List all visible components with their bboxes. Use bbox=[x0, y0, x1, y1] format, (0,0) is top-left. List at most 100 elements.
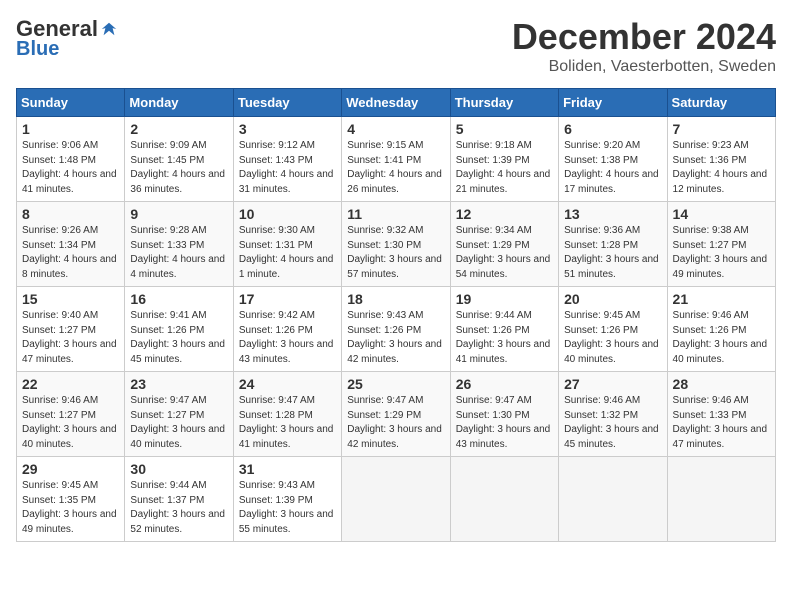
calendar-cell: 20 Sunrise: 9:45 AMSunset: 1:26 PMDayligh… bbox=[559, 287, 667, 372]
day-info: Sunrise: 9:38 AMSunset: 1:27 PMDaylight:… bbox=[673, 224, 770, 282]
day-number: 28 bbox=[673, 376, 770, 392]
day-number: 20 bbox=[564, 291, 661, 307]
day-info: Sunrise: 9:44 AMSunset: 1:37 PMDaylight:… bbox=[130, 479, 227, 537]
calendar-cell: 2 Sunrise: 9:09 AMSunset: 1:45 PMDaylight… bbox=[125, 117, 233, 202]
calendar-cell: 8 Sunrise: 9:26 AMSunset: 1:34 PMDaylight… bbox=[17, 202, 125, 287]
calendar-cell: 19 Sunrise: 9:44 AMSunset: 1:26 PMDayligh… bbox=[450, 287, 558, 372]
day-info: Sunrise: 9:47 AMSunset: 1:28 PMDaylight:… bbox=[239, 394, 336, 452]
calendar-header-row: SundayMondayTuesdayWednesdayThursdayFrid… bbox=[17, 89, 776, 117]
day-info: Sunrise: 9:46 AMSunset: 1:27 PMDaylight:… bbox=[22, 394, 119, 452]
calendar-week-row: 15Sunrise: 9:40 AMSunset: 1:27 PMDayligh… bbox=[17, 287, 776, 372]
day-number: 31 bbox=[239, 461, 336, 477]
calendar-cell: 15Sunrise: 9:40 AMSunset: 1:27 PMDayligh… bbox=[17, 287, 125, 372]
day-number: 4 bbox=[347, 121, 444, 137]
calendar-cell: 9 Sunrise: 9:28 AMSunset: 1:33 PMDaylight… bbox=[125, 202, 233, 287]
day-header-saturday: Saturday bbox=[667, 89, 775, 117]
calendar-cell bbox=[450, 457, 558, 542]
day-info: Sunrise: 9:40 AMSunset: 1:27 PMDaylight:… bbox=[22, 309, 119, 367]
day-info: Sunrise: 9:41 AMSunset: 1:26 PMDaylight:… bbox=[130, 309, 227, 367]
day-number: 13 bbox=[564, 206, 661, 222]
calendar-cell bbox=[667, 457, 775, 542]
day-number: 18 bbox=[347, 291, 444, 307]
location-title: Boliden, Vaesterbotten, Sweden bbox=[512, 58, 776, 76]
calendar-cell: 21Sunrise: 9:46 AMSunset: 1:26 PMDayligh… bbox=[667, 287, 775, 372]
calendar-cell: 16 Sunrise: 9:41 AMSunset: 1:26 PMDayligh… bbox=[125, 287, 233, 372]
day-number: 23 bbox=[130, 376, 227, 392]
calendar-cell: 24 Sunrise: 9:47 AMSunset: 1:28 PMDayligh… bbox=[233, 372, 341, 457]
day-number: 16 bbox=[130, 291, 227, 307]
day-info: Sunrise: 9:47 AMSunset: 1:29 PMDaylight:… bbox=[347, 394, 444, 452]
calendar-cell: 12Sunrise: 9:34 AMSunset: 1:29 PMDayligh… bbox=[450, 202, 558, 287]
calendar-cell: 30Sunrise: 9:44 AMSunset: 1:37 PMDayligh… bbox=[125, 457, 233, 542]
day-info: Sunrise: 9:46 AMSunset: 1:33 PMDaylight:… bbox=[673, 394, 770, 452]
logo-blue-text: Blue bbox=[16, 38, 59, 61]
day-info: Sunrise: 9:09 AMSunset: 1:45 PMDaylight:… bbox=[130, 139, 227, 197]
day-number: 19 bbox=[456, 291, 553, 307]
calendar-cell: 18 Sunrise: 9:43 AMSunset: 1:26 PMDayligh… bbox=[342, 287, 450, 372]
calendar-cell: 28 Sunrise: 9:46 AMSunset: 1:33 PMDayligh… bbox=[667, 372, 775, 457]
day-info: Sunrise: 9:26 AMSunset: 1:34 PMDaylight:… bbox=[22, 224, 119, 282]
calendar-cell bbox=[342, 457, 450, 542]
day-header-sunday: Sunday bbox=[17, 89, 125, 117]
day-number: 22 bbox=[22, 376, 119, 392]
day-header-tuesday: Tuesday bbox=[233, 89, 341, 117]
day-number: 14 bbox=[673, 206, 770, 222]
day-info: Sunrise: 9:45 AMSunset: 1:26 PMDaylight:… bbox=[564, 309, 661, 367]
day-number: 2 bbox=[130, 121, 227, 137]
day-number: 26 bbox=[456, 376, 553, 392]
day-info: Sunrise: 9:20 AMSunset: 1:38 PMDaylight:… bbox=[564, 139, 661, 197]
day-header-monday: Monday bbox=[125, 89, 233, 117]
day-info: Sunrise: 9:44 AMSunset: 1:26 PMDaylight:… bbox=[456, 309, 553, 367]
calendar-week-row: 29Sunrise: 9:45 AMSunset: 1:35 PMDayligh… bbox=[17, 457, 776, 542]
day-number: 7 bbox=[673, 121, 770, 137]
day-info: Sunrise: 9:45 AMSunset: 1:35 PMDaylight:… bbox=[22, 479, 119, 537]
calendar-cell: 10 Sunrise: 9:30 AMSunset: 1:31 PMDayligh… bbox=[233, 202, 341, 287]
calendar-cell: 6 Sunrise: 9:20 AMSunset: 1:38 PMDaylight… bbox=[559, 117, 667, 202]
day-number: 8 bbox=[22, 206, 119, 222]
day-number: 11 bbox=[347, 206, 444, 222]
day-number: 3 bbox=[239, 121, 336, 137]
calendar-cell: 7 Sunrise: 9:23 AMSunset: 1:36 PMDaylight… bbox=[667, 117, 775, 202]
day-info: Sunrise: 9:46 AMSunset: 1:26 PMDaylight:… bbox=[673, 309, 770, 367]
day-info: Sunrise: 9:32 AMSunset: 1:30 PMDaylight:… bbox=[347, 224, 444, 282]
day-info: Sunrise: 9:43 AMSunset: 1:39 PMDaylight:… bbox=[239, 479, 336, 537]
day-info: Sunrise: 9:28 AMSunset: 1:33 PMDaylight:… bbox=[130, 224, 227, 282]
calendar-week-row: 22 Sunrise: 9:46 AMSunset: 1:27 PMDayligh… bbox=[17, 372, 776, 457]
calendar-cell bbox=[559, 457, 667, 542]
day-info: Sunrise: 9:15 AMSunset: 1:41 PMDaylight:… bbox=[347, 139, 444, 197]
calendar-cell: 11 Sunrise: 9:32 AMSunset: 1:30 PMDayligh… bbox=[342, 202, 450, 287]
calendar-cell: 27 Sunrise: 9:46 AMSunset: 1:32 PMDayligh… bbox=[559, 372, 667, 457]
calendar-cell: 14 Sunrise: 9:38 AMSunset: 1:27 PMDayligh… bbox=[667, 202, 775, 287]
day-number: 6 bbox=[564, 121, 661, 137]
day-number: 12 bbox=[456, 206, 553, 222]
day-info: Sunrise: 9:42 AMSunset: 1:26 PMDaylight:… bbox=[239, 309, 336, 367]
calendar-cell: 3 Sunrise: 9:12 AMSunset: 1:43 PMDaylight… bbox=[233, 117, 341, 202]
calendar-cell: 26Sunrise: 9:47 AMSunset: 1:30 PMDayligh… bbox=[450, 372, 558, 457]
calendar-week-row: 8 Sunrise: 9:26 AMSunset: 1:34 PMDaylight… bbox=[17, 202, 776, 287]
day-number: 9 bbox=[130, 206, 227, 222]
calendar-cell: 31 Sunrise: 9:43 AMSunset: 1:39 PMDayligh… bbox=[233, 457, 341, 542]
calendar-cell: 4 Sunrise: 9:15 AMSunset: 1:41 PMDaylight… bbox=[342, 117, 450, 202]
day-info: Sunrise: 9:30 AMSunset: 1:31 PMDaylight:… bbox=[239, 224, 336, 282]
calendar-table: SundayMondayTuesdayWednesdayThursdayFrid… bbox=[16, 88, 776, 542]
calendar-body: 1Sunrise: 9:06 AMSunset: 1:48 PMDaylight… bbox=[17, 117, 776, 542]
day-header-thursday: Thursday bbox=[450, 89, 558, 117]
calendar-week-row: 1Sunrise: 9:06 AMSunset: 1:48 PMDaylight… bbox=[17, 117, 776, 202]
day-number: 10 bbox=[239, 206, 336, 222]
day-number: 25 bbox=[347, 376, 444, 392]
logo: General Blue bbox=[16, 16, 118, 61]
day-header-friday: Friday bbox=[559, 89, 667, 117]
day-info: Sunrise: 9:36 AMSunset: 1:28 PMDaylight:… bbox=[564, 224, 661, 282]
calendar-cell: 23Sunrise: 9:47 AMSunset: 1:27 PMDayligh… bbox=[125, 372, 233, 457]
day-info: Sunrise: 9:46 AMSunset: 1:32 PMDaylight:… bbox=[564, 394, 661, 452]
title-block: December 2024 Boliden, Vaesterbotten, Sw… bbox=[512, 16, 776, 76]
day-number: 27 bbox=[564, 376, 661, 392]
calendar-cell: 1Sunrise: 9:06 AMSunset: 1:48 PMDaylight… bbox=[17, 117, 125, 202]
page-header: General Blue December 2024 Boliden, Vaes… bbox=[16, 16, 776, 76]
day-header-wednesday: Wednesday bbox=[342, 89, 450, 117]
day-info: Sunrise: 9:23 AMSunset: 1:36 PMDaylight:… bbox=[673, 139, 770, 197]
day-number: 17 bbox=[239, 291, 336, 307]
day-info: Sunrise: 9:12 AMSunset: 1:43 PMDaylight:… bbox=[239, 139, 336, 197]
day-info: Sunrise: 9:43 AMSunset: 1:26 PMDaylight:… bbox=[347, 309, 444, 367]
day-number: 24 bbox=[239, 376, 336, 392]
